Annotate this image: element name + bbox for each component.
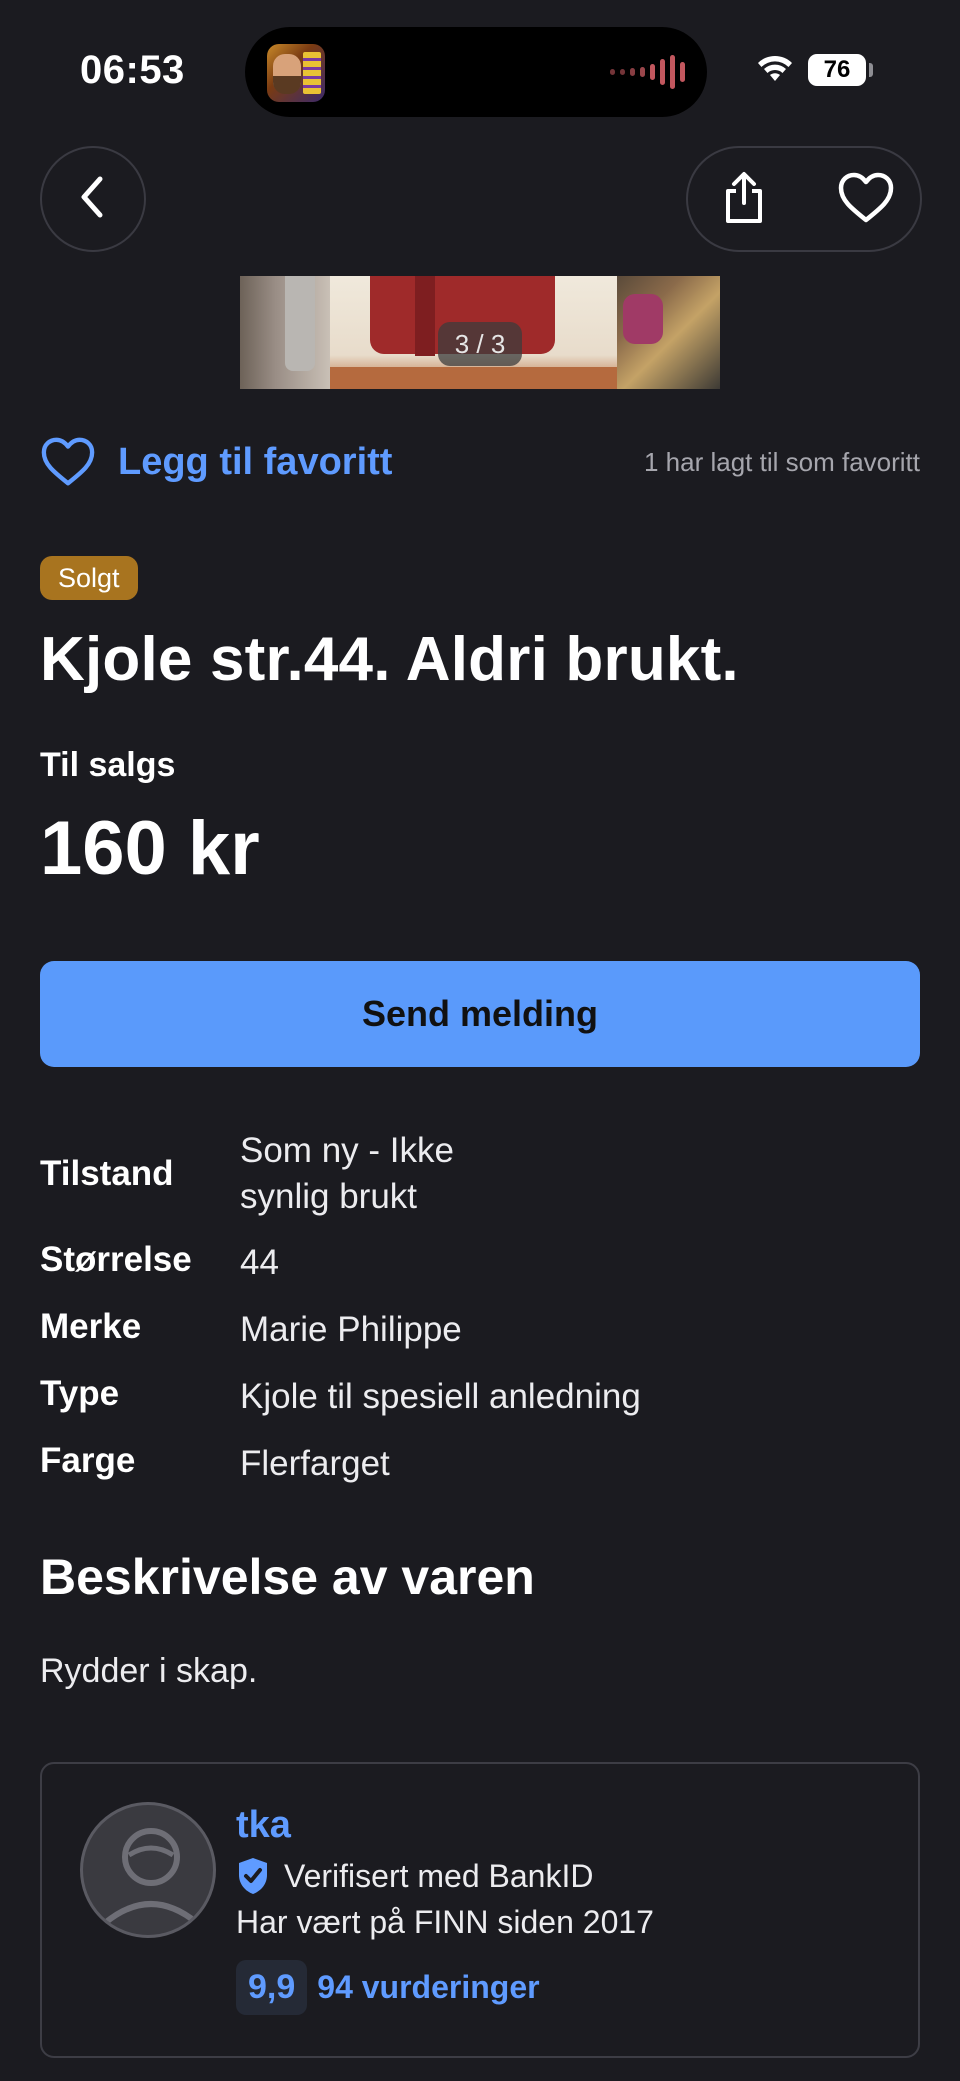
attribute-value: 44 (240, 1243, 279, 1282)
status-badge: Solgt (40, 556, 138, 600)
verified-text: Verifisert med BankID (284, 1857, 594, 1894)
gallery-image-3[interactable] (617, 276, 720, 389)
favorite-count: 1 har lagt til som favoritt (644, 446, 920, 477)
battery-tip (869, 63, 873, 77)
attribute-value: Som ny - Ikke synlig brukt (240, 1131, 454, 1216)
description-heading: Beskrivelse av varen (40, 1549, 535, 1605)
audio-waveform-icon (610, 55, 685, 89)
attribute-key: Tilstand (40, 1154, 174, 1193)
attribute-value: Marie Philippe (240, 1310, 462, 1349)
back-chevron-icon (73, 173, 113, 226)
attribute-value: Kjole til spesiell anledning (240, 1377, 641, 1416)
attribute-key: Type (40, 1374, 120, 1413)
back-button[interactable] (40, 146, 146, 252)
top-action-group (686, 146, 922, 252)
dynamic-island[interactable] (245, 27, 707, 117)
gallery-image-1[interactable] (240, 276, 330, 389)
favorite-top-button[interactable] (836, 172, 896, 228)
favorite-row: Legg til favoritt 1 har lagt til som fav… (40, 432, 920, 492)
share-icon (722, 171, 766, 230)
member-since: Har vært på FINN siden 2017 (236, 1904, 654, 1940)
verified-row: Verifisert med BankID (236, 1856, 593, 1896)
send-message-button[interactable]: Send melding (40, 961, 920, 1067)
seller-card[interactable]: tka Verifisert med BankID Har vært på FI… (40, 1762, 920, 2058)
shield-check-icon (236, 1856, 272, 1896)
heart-icon (837, 172, 895, 229)
rating-row[interactable]: 9,9 94 vurderinger (236, 1960, 540, 2015)
wifi-icon (755, 52, 795, 89)
description-text: Rydder i skap. (40, 1652, 258, 1690)
listing-title: Kjole str.44. Aldri brukt. (40, 625, 739, 694)
sale-type: Til salgs (40, 746, 176, 784)
battery-icon: 76 (808, 54, 866, 86)
add-favorite-link[interactable]: Legg til favoritt (118, 441, 392, 484)
attribute-key: Merke (40, 1307, 142, 1346)
share-button[interactable] (716, 171, 772, 230)
status-time: 06:53 (80, 48, 185, 92)
reviews-link[interactable]: 94 vurderinger (317, 1969, 539, 2006)
attribute-key: Farge (40, 1441, 136, 1480)
avatar-placeholder-icon[interactable] (80, 1802, 216, 1938)
now-playing-artwork (267, 44, 325, 102)
heart-icon[interactable] (40, 436, 96, 488)
seller-name-link[interactable]: tka (236, 1804, 291, 1847)
listing-price: 160 kr (40, 806, 260, 891)
image-counter: 3 / 3 (438, 322, 522, 366)
rating-score: 9,9 (236, 1960, 308, 2015)
attribute-key: Størrelse (40, 1240, 192, 1279)
attribute-value: Flerfarget (240, 1444, 390, 1483)
